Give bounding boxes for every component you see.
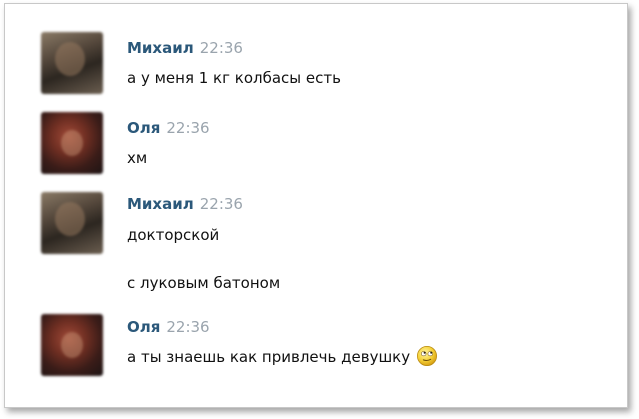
message-text: с луковым батоном (127, 274, 281, 292)
message-header: Оля 22:36 (127, 119, 210, 137)
avatar[interactable] (41, 192, 103, 254)
avatar[interactable] (41, 314, 103, 376)
message-time: 22:36 (166, 119, 210, 137)
avatar[interactable] (41, 112, 103, 174)
author-name[interactable]: Михаил (127, 39, 194, 57)
message-header: Оля 22:36 (127, 318, 210, 336)
author-name[interactable]: Оля (127, 318, 160, 336)
chat-window: Михаил 22:36 а у меня 1 кг колбасы есть О… (4, 3, 628, 408)
message-text: хм (127, 149, 148, 167)
message-text: докторской (127, 226, 220, 244)
message-time: 22:36 (199, 195, 243, 213)
avatar[interactable] (41, 32, 103, 94)
message-time: 22:36 (166, 318, 210, 336)
message-text-row: а ты знаешь как привлечь девушку (127, 345, 438, 367)
message-header: Михаил 22:36 (127, 195, 243, 213)
message-header: Михаил 22:36 (127, 39, 243, 57)
message-time: 22:36 (199, 39, 243, 57)
message-text: а ты знаешь как привлечь девушку (127, 348, 411, 366)
rolling-eyes-smiley-icon (417, 345, 438, 366)
author-name[interactable]: Оля (127, 119, 160, 137)
message-text: а у меня 1 кг колбасы есть (127, 69, 341, 87)
author-name[interactable]: Михаил (127, 195, 194, 213)
